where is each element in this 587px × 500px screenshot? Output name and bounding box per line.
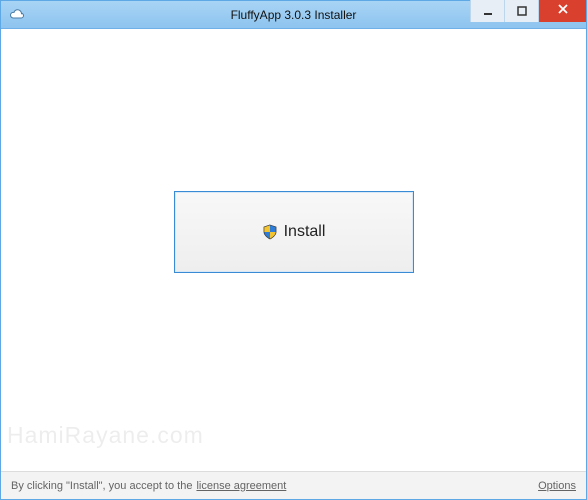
footer: By clicking "Install", you accept to the… — [1, 471, 586, 499]
license-agreement-link[interactable]: license agreement — [196, 480, 286, 492]
watermark-text: HamiRayane.com — [7, 422, 204, 449]
minimize-icon — [483, 5, 493, 18]
cloud-icon — [9, 7, 25, 23]
install-button[interactable]: Install — [174, 191, 414, 273]
uac-shield-icon — [262, 224, 278, 240]
install-button-label: Install — [284, 223, 326, 241]
legal-text: By clicking "Install", you accept to the… — [11, 480, 286, 492]
maximize-button[interactable] — [504, 0, 538, 22]
installer-window: FluffyApp 3.0.3 Installer — [0, 0, 587, 500]
client-area: Install HamiRayane.com — [1, 29, 586, 471]
minimize-button[interactable] — [470, 0, 504, 22]
window-controls — [470, 1, 586, 28]
legal-prefix: By clicking "Install", you accept to the — [11, 480, 192, 492]
close-icon — [557, 3, 569, 19]
maximize-icon — [517, 5, 527, 18]
titlebar[interactable]: FluffyApp 3.0.3 Installer — [1, 1, 586, 29]
options-link[interactable]: Options — [538, 480, 576, 492]
close-button[interactable] — [538, 0, 586, 22]
